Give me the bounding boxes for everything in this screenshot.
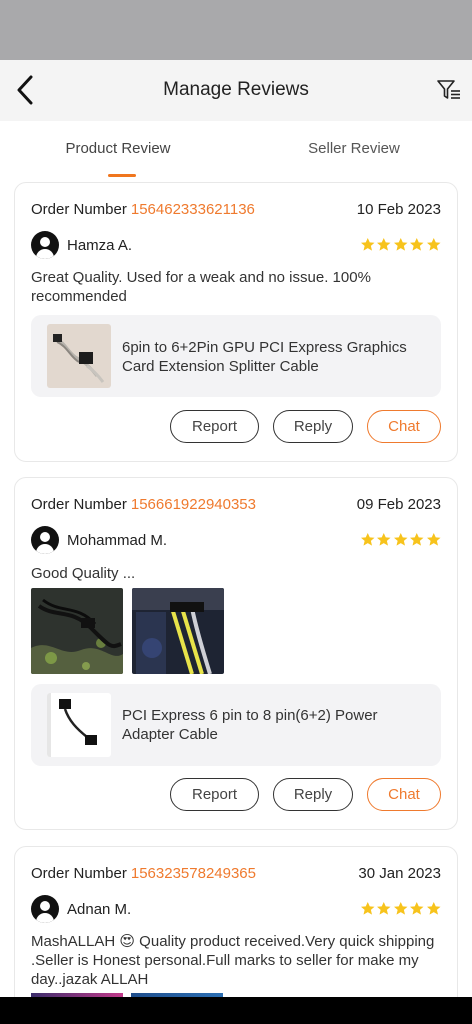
- reviewer-name: Hamza A.: [67, 237, 133, 254]
- star-icon: [426, 237, 440, 251]
- filter-button[interactable]: [434, 76, 464, 104]
- product-name: PCI Express 6 pin to 8 pin(6+2) Power Ad…: [122, 707, 378, 743]
- star-rating: [360, 532, 442, 547]
- star-icon: [360, 901, 374, 915]
- review-comment: Great Quality. Used for a weak and no is…: [31, 269, 371, 305]
- review-list[interactable]: Order Number 156462333621136 10 Feb 2023 …: [0, 177, 472, 997]
- star-icon: [377, 901, 391, 915]
- order-row: Order Number 156462333621136 10 Feb 2023: [31, 201, 441, 223]
- star-icon: [377, 532, 391, 546]
- reviewer-name: Mohammad M.: [67, 532, 168, 549]
- review-date: 10 Feb 2023: [356, 201, 441, 218]
- order-row: Order Number 156661922940353 09 Feb 2023: [31, 496, 441, 518]
- star-icon: [393, 237, 407, 251]
- app-header: Manage Reviews: [0, 60, 472, 121]
- status-bar: [0, 0, 472, 60]
- order-number-link[interactable]: 156661922940353: [131, 496, 256, 513]
- order-row: Order Number 156323578249365 30 Jan 2023: [31, 865, 441, 887]
- reviewer-row: Adnan M.: [31, 895, 441, 925]
- review-tabs: Product Review Seller Review: [0, 121, 472, 177]
- filter-list-icon: [437, 80, 460, 99]
- product-card[interactable]: 6pin to 6+2Pin GPU PCI Express Graphics …: [31, 315, 441, 397]
- star-icon: [393, 901, 407, 915]
- review-actions: Report Reply Chat: [170, 778, 441, 811]
- review-card: Order Number 156323578249365 30 Jan 2023 …: [14, 846, 458, 997]
- review-photos: [31, 588, 224, 674]
- order-number-label: Order Number: [31, 496, 127, 513]
- star-icon: [377, 237, 391, 251]
- product-image: [47, 693, 111, 757]
- star-icon: [360, 532, 374, 546]
- review-actions: Report Reply Chat: [170, 410, 441, 443]
- order-number-link[interactable]: 156323578249365: [131, 865, 256, 882]
- navigation-bar: [0, 997, 472, 1024]
- order-number-link[interactable]: 156462333621136: [131, 201, 255, 218]
- star-rating: [360, 901, 442, 916]
- tab-product-review[interactable]: Product Review: [0, 121, 236, 177]
- reply-button[interactable]: Reply: [273, 410, 353, 443]
- review-date: 09 Feb 2023: [356, 496, 441, 513]
- review-card: Order Number 156661922940353 09 Feb 2023 …: [14, 477, 458, 830]
- review-card: Order Number 156462333621136 10 Feb 2023 …: [14, 182, 458, 462]
- review-photo[interactable]: [31, 588, 123, 674]
- avatar: [31, 231, 59, 259]
- order-number-label: Order Number: [31, 201, 127, 218]
- star-icon: [426, 901, 440, 915]
- page-title: Manage Reviews: [163, 79, 309, 100]
- star-icon: [360, 237, 374, 251]
- star-icon: [393, 532, 407, 546]
- product-card[interactable]: PCI Express 6 pin to 8 pin(6+2) Power Ad…: [31, 684, 441, 766]
- chat-button[interactable]: Chat: [367, 778, 441, 811]
- product-name: 6pin to 6+2Pin GPU PCI Express Graphics …: [122, 339, 407, 375]
- reviewer-name: Adnan M.: [67, 901, 132, 918]
- star-icon: [410, 901, 424, 915]
- review-date: 30 Jan 2023: [358, 865, 441, 882]
- reviewer-row: Hamza A.: [31, 231, 441, 261]
- star-icon: [410, 532, 424, 546]
- review-comment: MashALLAH 😍 Quality product received.Ver…: [31, 933, 435, 988]
- star-icon: [426, 532, 440, 546]
- product-image: [47, 324, 111, 388]
- tab-seller-review[interactable]: Seller Review: [236, 121, 472, 177]
- avatar: [31, 526, 59, 554]
- chat-button[interactable]: Chat: [367, 410, 441, 443]
- reply-button[interactable]: Reply: [273, 778, 353, 811]
- report-button[interactable]: Report: [170, 410, 259, 443]
- avatar: [31, 895, 59, 923]
- review-photo[interactable]: [132, 588, 224, 674]
- star-icon: [410, 237, 424, 251]
- star-rating: [360, 237, 442, 252]
- review-comment: Good Quality ...: [31, 565, 136, 582]
- order-number-label: Order Number: [31, 865, 127, 882]
- reviewer-row: Mohammad M.: [31, 526, 441, 556]
- report-button[interactable]: Report: [170, 778, 259, 811]
